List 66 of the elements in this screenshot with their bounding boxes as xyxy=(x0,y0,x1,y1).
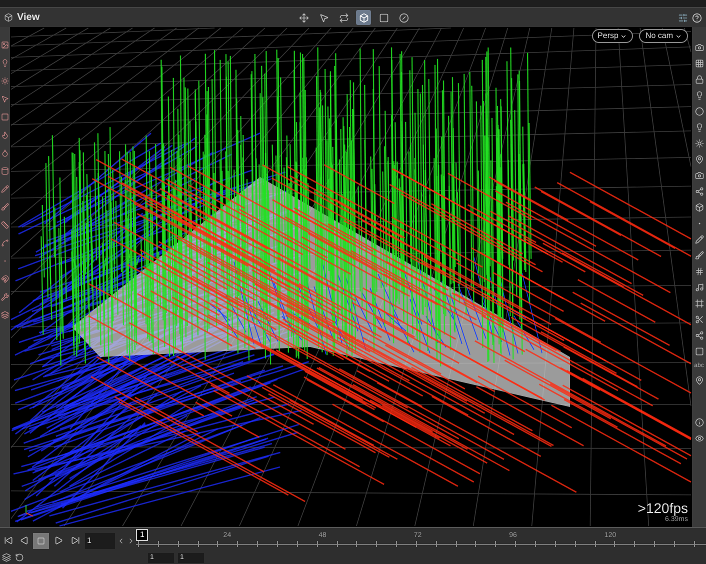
camera-icon[interactable] xyxy=(694,171,704,180)
picture-icon[interactable] xyxy=(1,41,9,49)
camera-menu-button[interactable]: No cam xyxy=(639,29,688,43)
pointer-icon[interactable] xyxy=(1,95,9,103)
stop-square-icon xyxy=(37,536,45,544)
axis-gizmo-icon xyxy=(18,503,34,519)
frame-field[interactable]: 1 xyxy=(85,532,115,548)
move-arrows-icon xyxy=(298,12,308,22)
bulb-icon[interactable] xyxy=(694,91,704,100)
chevron-left-icon xyxy=(117,536,125,544)
pencil-icon[interactable] xyxy=(694,235,704,244)
panel-title: View xyxy=(17,11,40,25)
current-frame-marker[interactable]: 1 xyxy=(136,529,148,541)
frame-icon[interactable] xyxy=(694,299,704,308)
bulb-icon[interactable] xyxy=(694,123,704,132)
fps-readout: >120fps xyxy=(638,500,688,514)
curve-icon[interactable] xyxy=(1,239,9,247)
camera-icon[interactable] xyxy=(694,43,704,52)
nodes-icon[interactable] xyxy=(694,331,704,340)
caret-icon xyxy=(675,32,682,40)
slashed-circle-icon xyxy=(398,12,408,22)
camera-menu-button[interactable]: Persp xyxy=(592,29,634,43)
help-icon[interactable] xyxy=(692,12,702,22)
skip-back-icon xyxy=(4,536,12,545)
view-icon xyxy=(4,13,13,22)
pin-icon[interactable] xyxy=(694,376,704,385)
square-icon xyxy=(378,12,388,22)
note-icon[interactable] xyxy=(694,283,704,292)
brush-icon[interactable] xyxy=(1,203,9,211)
scissors-icon[interactable] xyxy=(694,315,704,324)
cube-tool-button[interactable] xyxy=(356,10,371,25)
pointer-icon xyxy=(318,12,328,22)
square-icon[interactable] xyxy=(694,347,704,356)
layers-icon[interactable] xyxy=(2,553,11,562)
chevron-right-icon xyxy=(127,536,135,544)
display-options-icon[interactable] xyxy=(678,12,688,22)
magnet-icon[interactable] xyxy=(1,275,9,283)
nodes-icon[interactable] xyxy=(694,187,704,196)
ruler-icon[interactable] xyxy=(1,221,9,229)
flame-icon[interactable] xyxy=(1,131,9,139)
drop-icon[interactable] xyxy=(1,149,9,157)
left-triangle-icon xyxy=(20,536,28,545)
sun-icon[interactable] xyxy=(694,139,704,148)
play-icon xyxy=(54,536,62,545)
info-icon[interactable] xyxy=(694,418,704,427)
layers-icon[interactable] xyxy=(1,311,9,319)
skip-forward-icon xyxy=(70,536,80,545)
grid-icon[interactable] xyxy=(694,59,704,68)
lock-icon[interactable] xyxy=(694,75,704,84)
eye-icon[interactable] xyxy=(694,434,704,443)
brush-icon[interactable] xyxy=(694,251,704,260)
wrench-icon[interactable] xyxy=(1,293,9,301)
cube-icon xyxy=(358,12,368,22)
loop-icon[interactable] xyxy=(15,553,24,562)
square-icon[interactable] xyxy=(1,113,9,121)
cube-icon[interactable] xyxy=(694,203,704,212)
hash-icon[interactable] xyxy=(694,267,704,276)
stop-button[interactable] xyxy=(33,532,49,548)
bulb-icon[interactable] xyxy=(1,59,9,67)
caret-icon xyxy=(620,32,628,40)
loop-arrows-icon xyxy=(338,12,348,22)
sun-icon[interactable] xyxy=(1,77,9,85)
sphere-icon[interactable] xyxy=(694,107,704,116)
pencil-icon[interactable] xyxy=(1,185,9,193)
cylinder-icon[interactable] xyxy=(1,167,9,175)
pin-icon[interactable] xyxy=(694,155,704,164)
